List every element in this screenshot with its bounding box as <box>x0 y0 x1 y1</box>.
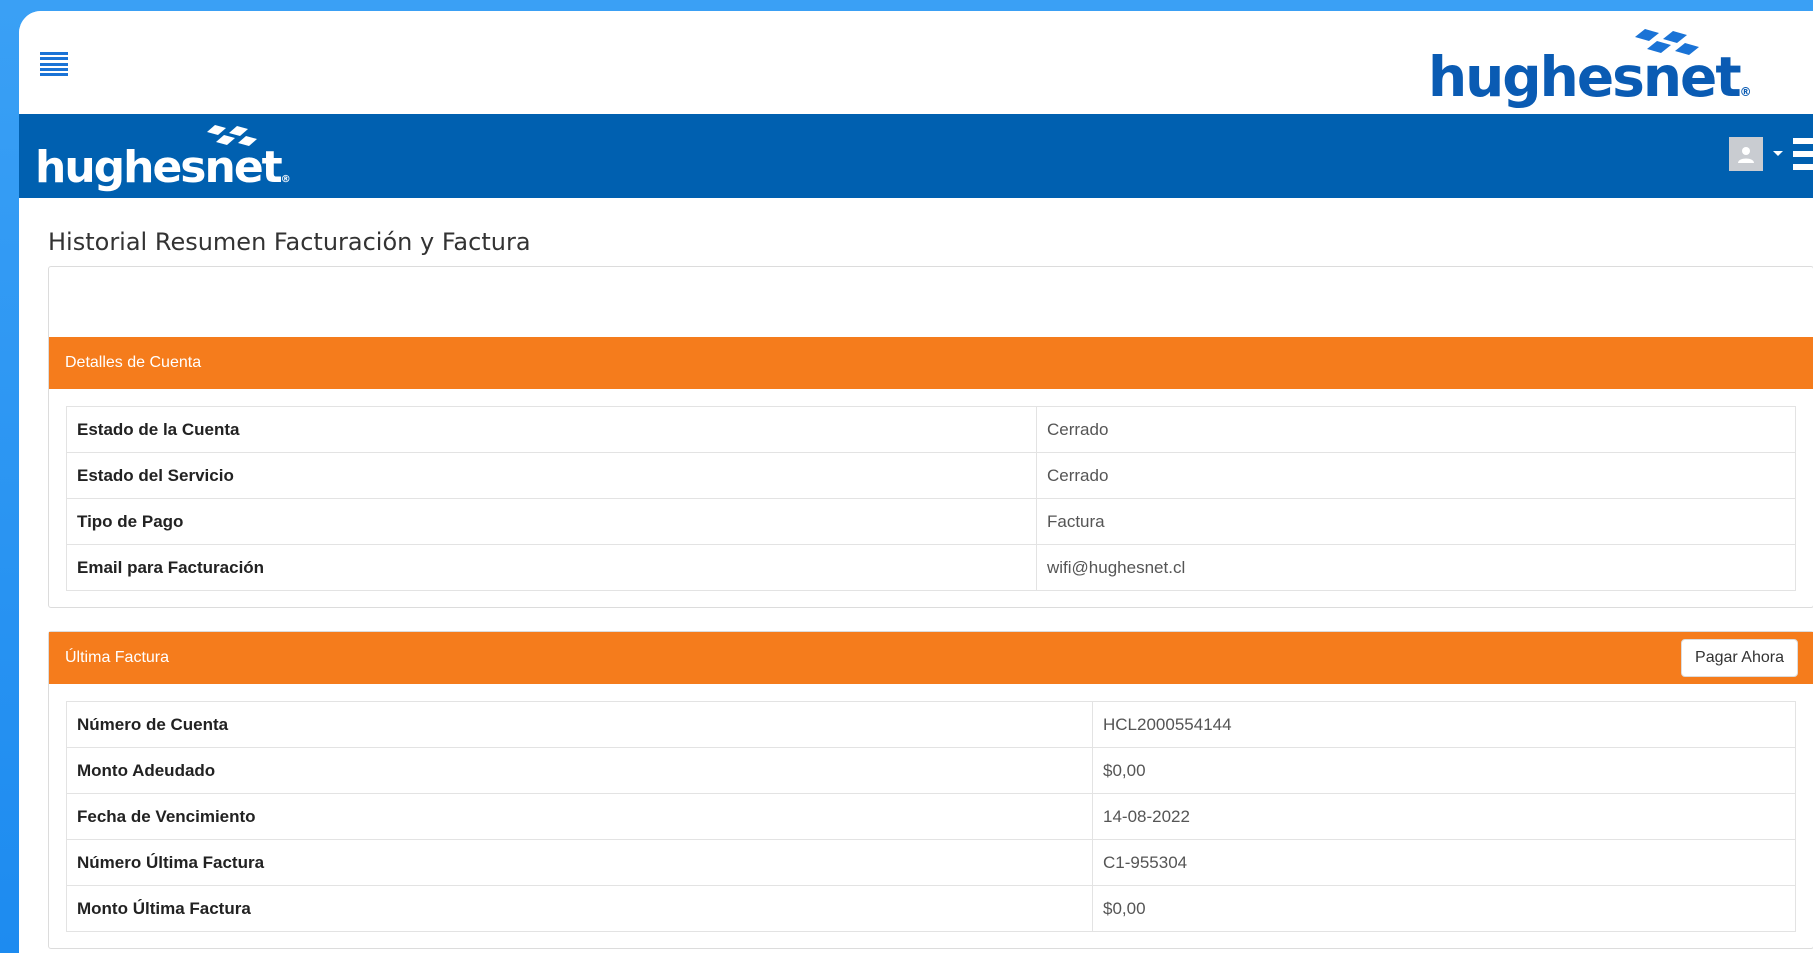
row-label: Fecha de Vencimiento <box>66 793 1093 840</box>
row-value: C1-955304 <box>1092 839 1796 886</box>
row-label: Número Última Factura <box>66 839 1093 886</box>
row-label: Estado del Servicio <box>66 452 1037 499</box>
panel-spacer <box>49 267 1813 337</box>
brand-wordmark: hughesnet® <box>35 142 291 193</box>
table-row: Tipo de Pago Factura <box>66 498 1796 545</box>
row-value: $0,00 <box>1092 885 1796 932</box>
last-invoice-body: Número de Cuenta HCL2000554144 Monto Ade… <box>49 684 1813 948</box>
last-invoice-panel: Última Factura Pagar Ahora Número de Cue… <box>48 631 1813 949</box>
user-icon <box>1738 147 1754 163</box>
row-value: wifi@hughesnet.cl <box>1036 544 1796 591</box>
panel-heading-text: Detalles de Cuenta <box>65 354 202 371</box>
row-value: HCL2000554144 <box>1092 701 1796 748</box>
account-details-body: Estado de la Cuenta Cerrado Estado del S… <box>49 389 1813 607</box>
account-details-heading: Detalles de Cuenta <box>49 337 1813 389</box>
last-invoice-table: Número de Cuenta HCL2000554144 Monto Ade… <box>66 701 1796 932</box>
last-invoice-heading: Última Factura Pagar Ahora <box>49 632 1813 684</box>
row-label: Monto Adeudado <box>66 747 1093 794</box>
user-menu-button[interactable] <box>1729 137 1763 171</box>
caret-down-icon[interactable] <box>1773 151 1783 156</box>
row-label: Monto Última Factura <box>66 885 1093 932</box>
account-details-panel: Detalles de Cuenta Estado de la Cuenta C… <box>48 266 1813 608</box>
hughesnet-logo-top: hughesnet® <box>1428 19 1752 111</box>
hamburger-icon[interactable] <box>1793 138 1813 170</box>
table-row: Estado de la Cuenta Cerrado <box>66 406 1796 453</box>
hamburger-icon[interactable] <box>40 52 68 76</box>
page-title: Historial Resumen Facturación y Factura <box>48 228 531 256</box>
pay-now-button[interactable]: Pagar Ahora <box>1681 639 1798 677</box>
row-label: Tipo de Pago <box>66 498 1037 545</box>
table-row: Fecha de Vencimiento 14-08-2022 <box>66 793 1796 840</box>
row-label: Email para Facturación <box>66 544 1037 591</box>
table-row: Estado del Servicio Cerrado <box>66 452 1796 499</box>
row-label: Estado de la Cuenta <box>66 406 1037 453</box>
table-row: Monto Adeudado $0,00 <box>66 747 1796 794</box>
app-window: hughesnet® hughesnet® Historial Resumen … <box>19 11 1813 953</box>
row-value: $0,00 <box>1092 747 1796 794</box>
table-row: Número de Cuenta HCL2000554144 <box>66 701 1796 748</box>
panel-heading-text: Última Factura <box>65 649 170 666</box>
row-value: 14-08-2022 <box>1092 793 1796 840</box>
table-row: Número Última Factura C1-955304 <box>66 839 1796 886</box>
table-row: Email para Facturación wifi@hughesnet.cl <box>66 544 1796 591</box>
account-details-table: Estado de la Cuenta Cerrado Estado del S… <box>66 406 1796 591</box>
brand-wordmark: hughesnet® <box>1428 45 1752 109</box>
row-value: Cerrado <box>1036 452 1796 499</box>
row-value: Cerrado <box>1036 406 1796 453</box>
table-row: Monto Última Factura $0,00 <box>66 885 1796 932</box>
main-content: Historial Resumen Facturación y Factura … <box>19 198 1813 949</box>
navbar: hughesnet® <box>19 114 1813 198</box>
top-bar: hughesnet® <box>19 11 1813 114</box>
hughesnet-logo-nav[interactable]: hughesnet® <box>35 120 295 196</box>
row-value: Factura <box>1036 498 1796 545</box>
row-label: Número de Cuenta <box>66 701 1093 748</box>
